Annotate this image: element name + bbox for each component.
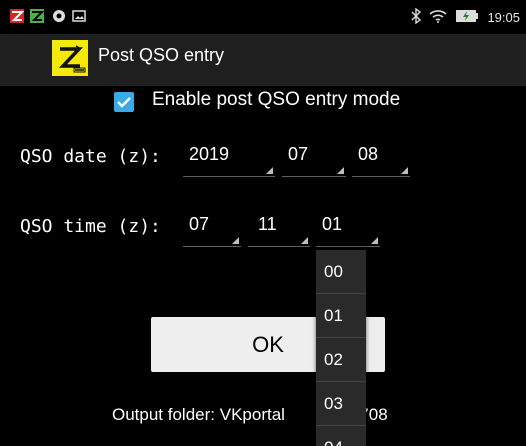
minute-value: 11 (258, 214, 277, 234)
year-spinner[interactable]: 2019 (183, 136, 275, 177)
app-title: Post QSO entry (98, 45, 225, 65)
hour-value: 07 (189, 214, 210, 234)
status-bar: 19:05 (0, 0, 526, 34)
gear-icon (52, 9, 66, 23)
output-folder-label: Output folder: VKportal (112, 405, 285, 424)
year-value: 2019 (189, 144, 230, 164)
dropdown-triangle-icon (337, 167, 344, 174)
enable-post-qso-checkbox[interactable] (114, 92, 134, 112)
day-value: 08 (358, 144, 379, 164)
second-dropdown-list[interactable]: 00 01 02 03 04 (316, 250, 366, 446)
day-spinner[interactable]: 08 (352, 136, 410, 177)
divider (316, 381, 366, 382)
dropdown-triangle-icon (301, 237, 308, 244)
app-notification-green-icon (30, 9, 45, 23)
minute-spinner[interactable]: 11 (248, 206, 310, 247)
dropdown-option[interactable]: 03 (316, 384, 366, 424)
zlog-logo-icon (52, 40, 88, 76)
wifi-icon (429, 9, 447, 26)
second-value: 01 (322, 214, 343, 234)
dropdown-option[interactable]: 00 (316, 252, 366, 292)
status-right-group: 19:05 (411, 7, 520, 27)
month-value: 07 (288, 144, 309, 164)
battery-charging-icon (455, 9, 479, 26)
divider (316, 293, 366, 294)
month-spinner[interactable]: 07 (282, 136, 346, 177)
dropdown-option[interactable]: 01 (316, 296, 366, 336)
dropdown-option[interactable]: 02 (316, 340, 366, 380)
dropdown-triangle-icon (371, 237, 378, 244)
qso-time-label: QSO time (z): (20, 216, 161, 237)
second-spinner[interactable]: 01 (316, 206, 380, 247)
hour-spinner[interactable]: 07 (183, 206, 241, 247)
app-notification-red-icon (10, 9, 25, 23)
divider (316, 425, 366, 426)
divider (316, 337, 366, 338)
bluetooth-icon (411, 7, 422, 27)
image-icon (72, 9, 86, 23)
dropdown-triangle-icon (401, 167, 408, 174)
clock: 19:05 (487, 9, 520, 25)
qso-date-label: QSO date (z): (20, 146, 161, 167)
dropdown-option[interactable]: 04 (316, 428, 366, 446)
enable-post-qso-label[interactable]: Enable post QSO entry mode (152, 89, 400, 111)
dropdown-triangle-icon (266, 167, 273, 174)
dropdown-triangle-icon (232, 237, 239, 244)
